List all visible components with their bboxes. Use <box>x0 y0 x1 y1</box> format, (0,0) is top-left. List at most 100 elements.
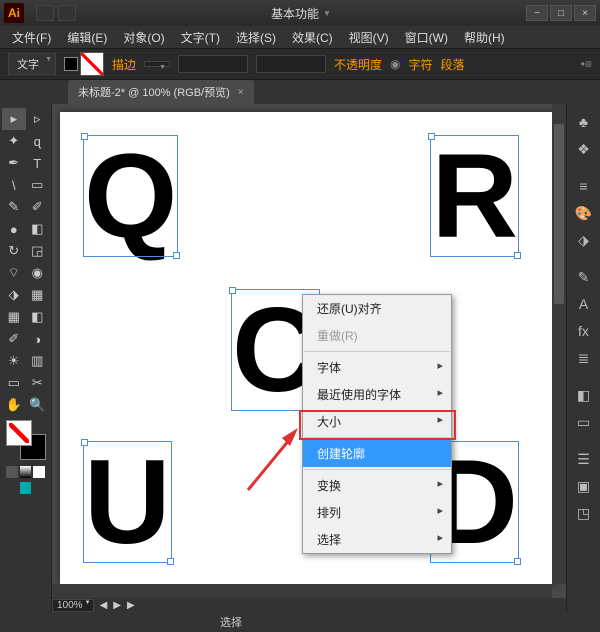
panel-swatches-icon[interactable]: ≡ <box>572 174 596 198</box>
blend-tool[interactable]: ◑ <box>26 328 50 350</box>
fill-stroke-indicator[interactable] <box>6 420 46 460</box>
panel-colorguide-icon[interactable]: ❖ <box>572 137 596 161</box>
brush-def-field[interactable] <box>178 55 248 73</box>
close-button[interactable]: × <box>574 5 596 21</box>
style-field[interactable] <box>256 55 326 73</box>
ctx-select[interactable]: 选择 <box>303 526 451 553</box>
ctx-font[interactable]: 字体 <box>303 354 451 381</box>
minimize-button[interactable]: − <box>526 5 548 21</box>
panel-brushes-icon[interactable]: 🎨 <box>572 201 596 225</box>
gradient-tool[interactable]: ◧ <box>26 306 50 328</box>
perspective-tool[interactable]: ▦ <box>26 284 50 306</box>
draw-mode-inside[interactable] <box>33 482 45 494</box>
type-tool[interactable]: T <box>26 152 50 174</box>
text-object-u[interactable]: U <box>84 442 171 562</box>
slice-tool[interactable]: ✂ <box>26 372 50 394</box>
text-object-q[interactable]: Q <box>84 136 177 256</box>
magic-wand-tool[interactable]: ✦ <box>2 130 26 152</box>
fill-swatch[interactable] <box>64 57 78 71</box>
panel-align-icon[interactable]: ◳ <box>572 501 596 525</box>
artboard-nav-next[interactable]: ▶ <box>113 600 121 611</box>
panel-graphicstyles-icon[interactable]: ≣ <box>572 346 596 370</box>
panel-symbols-icon[interactable]: ⬗ <box>572 228 596 252</box>
ctx-recent-fonts[interactable]: 最近使用的字体 <box>303 381 451 408</box>
panel-stroke-icon[interactable]: ✎ <box>572 265 596 289</box>
scale-tool[interactable]: ◲ <box>26 240 50 262</box>
menu-view[interactable]: 视图(V) <box>341 27 397 48</box>
bridge-icon[interactable] <box>36 5 54 21</box>
maximize-button[interactable]: □ <box>550 5 572 21</box>
zoom-tool[interactable]: 🔍 <box>26 394 50 416</box>
control-menu-icon[interactable]: •≡ <box>581 57 592 71</box>
recolor-icon[interactable]: ◉ <box>390 57 400 71</box>
menu-select[interactable]: 选择(S) <box>228 27 284 48</box>
artboard-nav-prev[interactable]: ◀ <box>94 600 114 611</box>
panel-artboards-icon[interactable]: ▣ <box>572 474 596 498</box>
panel-appearance-icon[interactable]: fx <box>572 319 596 343</box>
window-controls: − □ × <box>526 5 596 21</box>
panel-color-icon[interactable]: ♣ <box>572 110 596 134</box>
close-tab-icon[interactable]: × <box>238 87 244 98</box>
artboard-nav-last[interactable]: ▶ <box>121 600 141 611</box>
context-menu: 还原(U)对齐 重做(R) 字体 最近使用的字体 大小 创建轮廓 变换 排列 选… <box>302 294 452 554</box>
ctx-undo[interactable]: 还原(U)对齐 <box>303 295 451 322</box>
menu-object[interactable]: 对象(O) <box>115 27 172 48</box>
ctx-transform[interactable]: 变换 <box>303 472 451 499</box>
selection-tool[interactable]: ▸ <box>2 108 26 130</box>
menu-type[interactable]: 文字(T) <box>173 27 228 48</box>
brush-tool[interactable]: ✎ <box>2 196 26 218</box>
arrange-docs-icon[interactable] <box>58 5 76 21</box>
ctx-size[interactable]: 大小 <box>303 408 451 435</box>
ctx-create-outlines[interactable]: 创建轮廓 <box>303 440 451 467</box>
pencil-tool[interactable]: ✐ <box>26 196 50 218</box>
eraser-tool[interactable]: ◧ <box>26 218 50 240</box>
document-tab[interactable]: 未标题-2* @ 100% (RGB/预览) × <box>68 80 254 104</box>
zoom-level-field[interactable]: 100% <box>52 599 94 612</box>
menu-effect[interactable]: 效果(C) <box>284 27 341 48</box>
paragraph-link[interactable]: 段落 <box>441 56 465 73</box>
text-object-r[interactable]: R <box>431 136 518 256</box>
menu-file[interactable]: 文件(F) <box>4 27 59 48</box>
fill-color-box[interactable] <box>6 420 32 446</box>
character-link[interactable]: 字符 <box>409 56 433 73</box>
color-mode-solid[interactable] <box>6 466 18 478</box>
horizontal-scrollbar[interactable] <box>52 584 552 598</box>
warp-tool[interactable]: ◉ <box>26 262 50 284</box>
menu-help[interactable]: 帮助(H) <box>456 27 513 48</box>
hand-tool[interactable]: ✋ <box>2 394 26 416</box>
symbol-sprayer-tool[interactable]: ☀ <box>2 350 26 372</box>
rotate-tool[interactable]: ↻ <box>2 240 26 262</box>
panel-dock: ♣ ❖ ≡ 🎨 ⬗ ✎ A fx ≣ ◧ ▭ ☰ ▣ ◳ <box>566 104 600 612</box>
mesh-tool[interactable]: ▦ <box>2 306 26 328</box>
draw-mode-normal[interactable] <box>6 482 18 494</box>
shape-builder-tool[interactable]: ⬗ <box>2 284 26 306</box>
object-type-select[interactable]: 文字 <box>8 53 56 75</box>
draw-mode-behind[interactable] <box>20 482 32 494</box>
panel-layers-icon[interactable]: ☰ <box>572 447 596 471</box>
stroke-label: 描边 <box>112 56 136 73</box>
menu-edit[interactable]: 编辑(E) <box>59 27 115 48</box>
lasso-tool[interactable]: ɋ <box>26 130 50 152</box>
stroke-swatch[interactable] <box>80 52 104 76</box>
panel-character-icon[interactable]: A <box>572 292 596 316</box>
panel-gradient-icon[interactable]: ▭ <box>572 410 596 434</box>
line-tool[interactable]: \ <box>2 174 26 196</box>
color-mode-gradient[interactable] <box>20 466 32 478</box>
graph-tool[interactable]: ▥ <box>26 350 50 372</box>
panel-transparency-icon[interactable]: ◧ <box>572 383 596 407</box>
ctx-arrange[interactable]: 排列 <box>303 499 451 526</box>
stroke-weight-field[interactable] <box>144 61 170 67</box>
rectangle-tool[interactable]: ▭ <box>26 174 50 196</box>
artboard-tool[interactable]: ▭ <box>2 372 26 394</box>
pen-tool[interactable]: ✒ <box>2 152 26 174</box>
blob-brush-tool[interactable]: ● <box>2 218 26 240</box>
direct-selection-tool[interactable]: ▹ <box>26 108 50 130</box>
vertical-scrollbar-thumb[interactable] <box>554 124 564 304</box>
ctx-redo: 重做(R) <box>303 322 451 349</box>
workspace-switcher[interactable]: 基本功能 <box>76 5 526 22</box>
menu-window[interactable]: 窗口(W) <box>397 27 456 48</box>
eyedropper-tool[interactable]: ✐ <box>2 328 26 350</box>
vertical-scrollbar[interactable] <box>552 104 566 584</box>
width-tool[interactable]: ⌔ <box>2 262 26 284</box>
color-mode-none[interactable] <box>33 466 45 478</box>
